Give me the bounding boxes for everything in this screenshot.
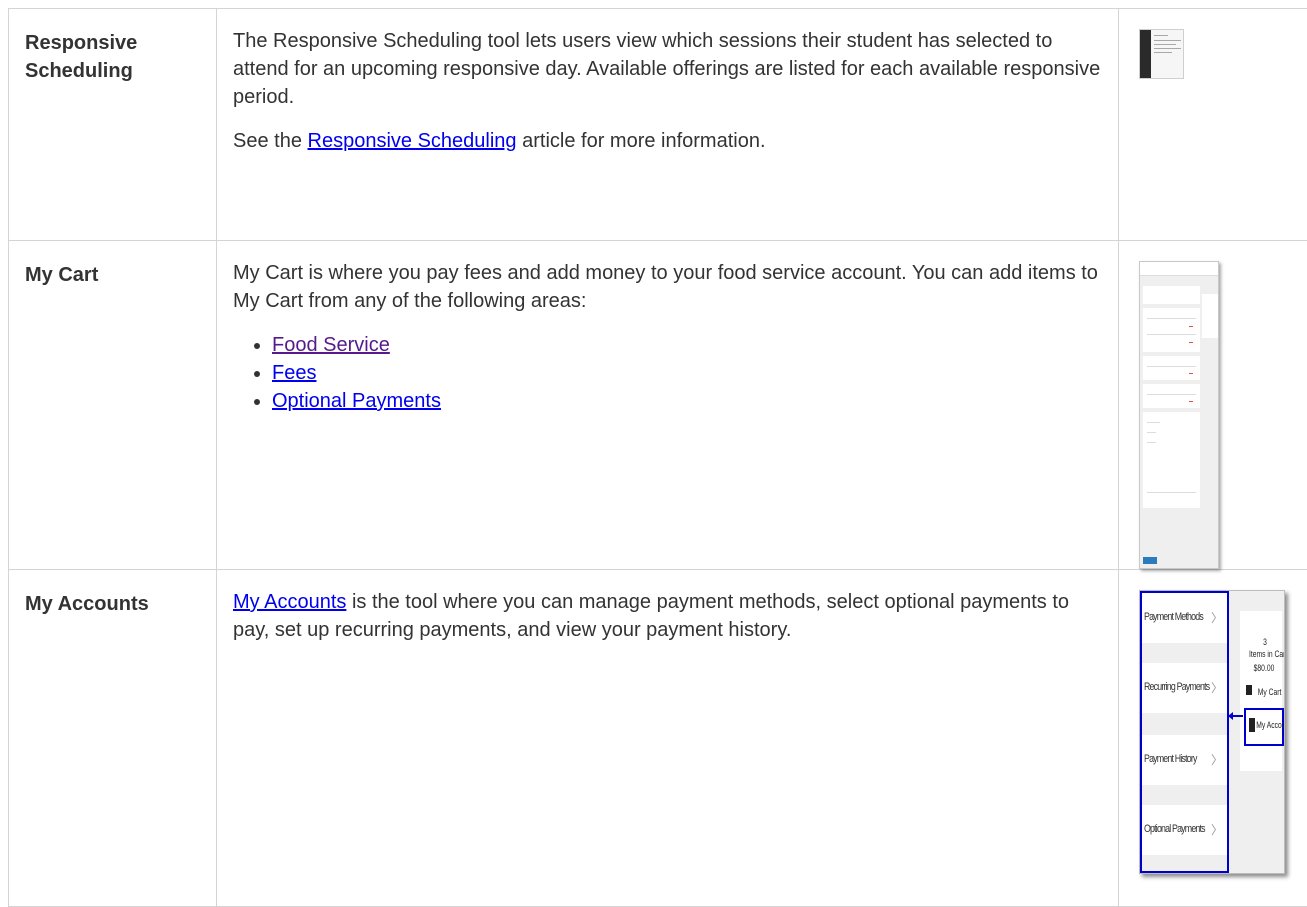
food-service-link[interactable]: Food Service: [272, 334, 390, 356]
thumb-sidebar: [1202, 294, 1218, 338]
thumb-menu-item: Recurring Payments〉: [1142, 663, 1227, 713]
list-item: Fees: [272, 359, 1102, 387]
responsive-scheduling-screenshot[interactable]: [1139, 29, 1184, 79]
table-row: Responsive Scheduling The Responsive Sch…: [9, 9, 1307, 241]
term-cell: My Accounts: [9, 570, 217, 907]
term-my-accounts: My Accounts: [25, 590, 200, 618]
my-accounts-screenshot[interactable]: Payment Methods〉 Recurring Payments〉 Pay…: [1139, 590, 1285, 874]
see-prefix: See the: [233, 130, 308, 152]
term-responsive-scheduling: Responsive Scheduling: [25, 29, 200, 85]
screenshot-cell: [1119, 9, 1307, 241]
thumb-cart-label: Items in Cart: [1249, 649, 1279, 659]
thumb-cart-count: 3: [1252, 637, 1278, 647]
optional-payments-link[interactable]: Optional Payments: [272, 390, 441, 412]
term-my-cart: My Cart: [25, 261, 200, 289]
my-accounts-link[interactable]: My Accounts: [233, 591, 346, 613]
my-accounts-description: My Accounts is the tool where you can ma…: [233, 588, 1102, 644]
chevron-right-icon: 〉: [1211, 821, 1222, 838]
term-cell: Responsive Scheduling: [9, 9, 217, 241]
my-cart-description: My Cart is where you pay fees and add mo…: [233, 259, 1102, 315]
thumb-sidebar: [1140, 30, 1151, 78]
term-cell: My Cart: [9, 241, 217, 570]
responsive-scheduling-description: The Responsive Scheduling tool lets user…: [233, 27, 1102, 111]
thumb-highlight-box: My Accounts: [1244, 708, 1284, 746]
description-cell: My Accounts is the tool where you can ma…: [217, 570, 1119, 907]
chevron-right-icon: 〉: [1211, 679, 1222, 696]
description-cell: My Cart is where you pay fees and add mo…: [217, 241, 1119, 570]
wallet-icon: [1249, 718, 1255, 732]
see-article-sentence: See the Responsive Scheduling article fo…: [233, 127, 1102, 155]
see-suffix: article for more information.: [517, 130, 766, 152]
list-item: Optional Payments: [272, 387, 1102, 415]
table-row: My Cart My Cart is where you pay fees an…: [9, 241, 1307, 570]
thumb-menu-item: Payment Methods〉: [1142, 593, 1227, 643]
arrow-left-icon: [1228, 712, 1233, 720]
my-accounts-text: is the tool where you can manage payment…: [233, 591, 1069, 641]
thumb-submit-button: [1143, 557, 1157, 564]
thumb-menu-item: Optional Payments〉: [1142, 805, 1227, 855]
screenshot-cell: [1119, 241, 1307, 570]
thumb-menu-list: Payment Methods〉 Recurring Payments〉 Pay…: [1140, 591, 1229, 873]
cart-source-list: Food Service Fees Optional Payments: [233, 331, 1102, 415]
screenshot-cell: Payment Methods〉 Recurring Payments〉 Pay…: [1119, 570, 1307, 907]
list-item: Food Service: [272, 331, 1102, 359]
chevron-right-icon: 〉: [1211, 751, 1222, 768]
tool-reference-table: Responsive Scheduling The Responsive Sch…: [8, 8, 1307, 907]
thumb-header: [1140, 262, 1218, 276]
thumb-my-accounts-label: My Accounts: [1256, 720, 1282, 730]
responsive-scheduling-link[interactable]: Responsive Scheduling: [308, 130, 517, 152]
cart-icon: [1246, 685, 1252, 695]
description-cell: The Responsive Scheduling tool lets user…: [217, 9, 1119, 241]
thumb-cart-total: $80.00: [1249, 663, 1279, 673]
fees-link[interactable]: Fees: [272, 362, 316, 384]
chevron-right-icon: 〉: [1211, 609, 1222, 626]
thumb-menu-item: Payment History〉: [1142, 735, 1227, 785]
thumb-my-cart-label: My Cart: [1258, 687, 1281, 697]
my-cart-screenshot[interactable]: [1139, 261, 1219, 569]
table-row: My Accounts My Accounts is the tool wher…: [9, 570, 1307, 907]
